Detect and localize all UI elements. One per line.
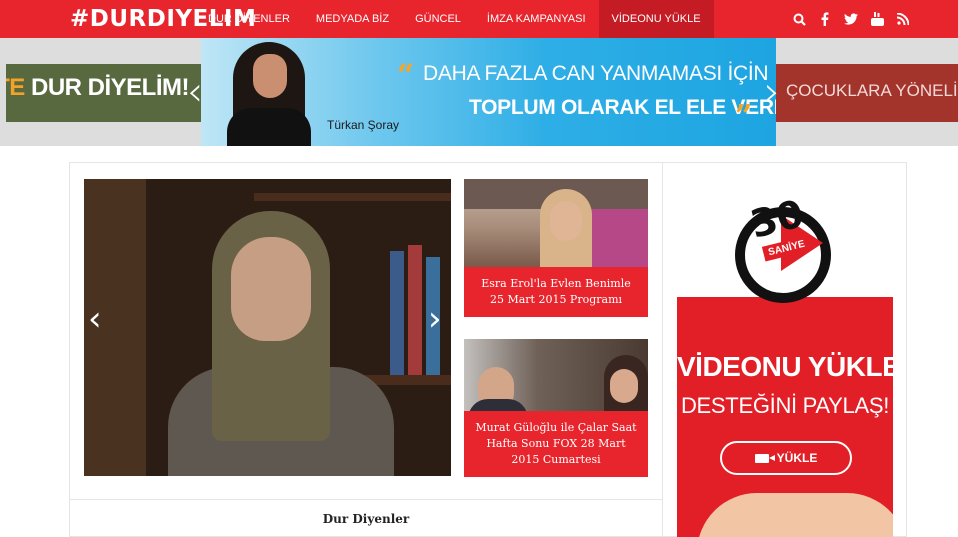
banner-right-text: ÇOCUKLARA YÖNELİK Ş bbox=[786, 81, 958, 100]
ad-title: VİDEONU YÜKLE bbox=[677, 351, 893, 382]
speaker-caption: Türkan Şoray bbox=[327, 118, 400, 132]
video-slider[interactable]: ‹ › bbox=[84, 179, 451, 476]
upload-button[interactable]: YÜKLE bbox=[720, 441, 852, 475]
speaker-face bbox=[231, 237, 311, 341]
top-navbar: #DURDIYELIM DUR DİYENLER MEDYADA BİZ GÜN… bbox=[0, 0, 958, 38]
video-thumbnail bbox=[464, 179, 648, 267]
speaker-photo bbox=[221, 42, 316, 146]
upload-button-label: YÜKLE bbox=[776, 451, 818, 465]
banner-next-arrow[interactable]: › bbox=[764, 68, 780, 116]
slider-prev-arrow[interactable]: ‹ bbox=[88, 299, 102, 339]
video-camera-icon bbox=[754, 453, 775, 463]
nav-item-medyada-biz[interactable]: MEDYADA BİZ bbox=[303, 0, 402, 38]
content-divider bbox=[662, 162, 663, 537]
nav-item-imza-kampanyasi[interactable]: İMZA KAMPANYASI bbox=[474, 0, 599, 38]
quote-line-2: TOPLUM OLARAK EL ELE VERMELİYİZ. bbox=[469, 96, 776, 119]
nav-item-videonu-yukle[interactable]: VİDEONU YÜKLE bbox=[598, 0, 714, 38]
video-card[interactable]: Esra Erol'la Evlen Benimle 25 Mart 2015 … bbox=[464, 179, 648, 317]
banner-slide-active[interactable]: Türkan Şoray “ DAHA FAZLA CAN YANMAMASI … bbox=[201, 38, 776, 146]
video-card[interactable]: Murat Güloğlu ile Çalar Saat Hafta Sonu … bbox=[464, 339, 648, 477]
banner-slide-previous[interactable]: RLİKTE DUR DİYELİM! bbox=[6, 64, 201, 122]
video-title[interactable]: Esra Erol'la Evlen Benimle 25 Mart 2015 … bbox=[464, 267, 648, 317]
facebook-icon[interactable] bbox=[818, 12, 832, 26]
banner-left-text: DUR DİYELİM! bbox=[24, 74, 190, 101]
banner-left-highlight: RLİKTE bbox=[6, 74, 25, 101]
slider-next-arrow[interactable]: › bbox=[428, 299, 442, 339]
youtube-icon[interactable] bbox=[870, 12, 884, 26]
hero-banner: RLİKTE DUR DİYELİM! Türkan Şoray “ DAHA … bbox=[0, 38, 958, 146]
video-title[interactable]: Murat Güloğlu ile Çalar Saat Hafta Sonu … bbox=[464, 411, 648, 477]
hands-image bbox=[697, 493, 893, 537]
upload-video-ad[interactable]: 30 SANİYE VİDEONU YÜKLE DESTEĞİNİ PAYLAŞ… bbox=[677, 179, 893, 537]
search-icon[interactable] bbox=[792, 12, 806, 26]
section-title: Dur Diyenler bbox=[322, 512, 410, 526]
ad-subtitle: DESTEĞİNİ PAYLAŞ! bbox=[680, 393, 890, 418]
banner-prev-arrow[interactable]: ‹ bbox=[187, 68, 203, 116]
section-divider bbox=[70, 499, 662, 500]
banner-slide-next[interactable]: ÇOCUKLARA YÖNELİK Ş bbox=[776, 64, 958, 122]
main-nav: DUR DİYENLER MEDYADA BİZ GÜNCEL İMZA KAM… bbox=[195, 0, 714, 38]
nav-item-guncel[interactable]: GÜNCEL bbox=[402, 0, 474, 38]
nav-item-dur-diyenler[interactable]: DUR DİYENLER bbox=[195, 0, 303, 38]
quote-line-1: DAHA FAZLA CAN YANMAMASI İÇİN bbox=[423, 62, 769, 85]
social-links bbox=[792, 0, 910, 38]
rss-icon[interactable] bbox=[896, 12, 910, 26]
twitter-icon[interactable] bbox=[844, 12, 858, 26]
